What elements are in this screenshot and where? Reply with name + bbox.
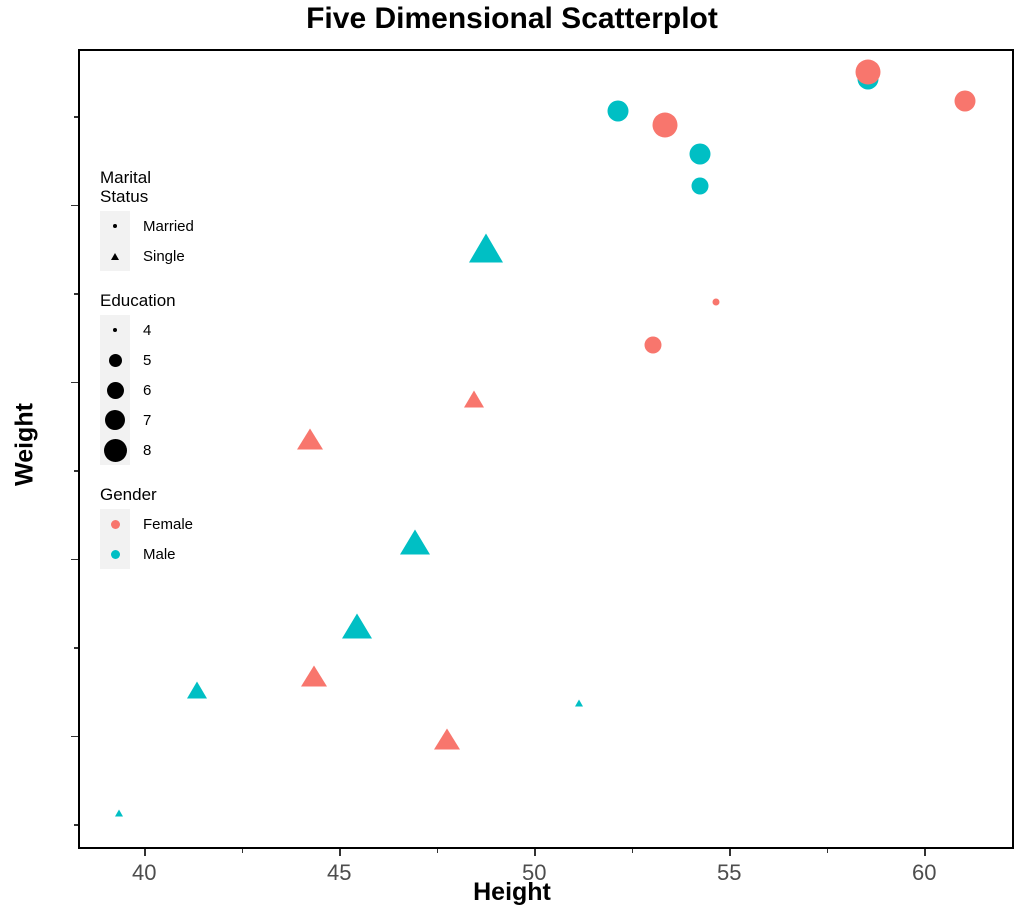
data-point: [463, 390, 484, 408]
data-point: [712, 298, 720, 306]
triangle-marker-icon: [100, 241, 130, 272]
x-axis-tick: [729, 849, 731, 856]
legend-key-glyph: [105, 410, 125, 431]
y-axis-minor-tick: [74, 293, 78, 295]
legend-key-glyph: [113, 224, 117, 229]
circle-marker-icon: [100, 539, 130, 570]
legend-item-label: Single: [143, 247, 185, 265]
data-point: [652, 112, 678, 138]
circle-marker-icon: [100, 435, 130, 466]
legend-title: Education: [100, 291, 176, 311]
x-axis-minor-tick: [631, 849, 634, 853]
data-point: [301, 665, 327, 687]
legend-item[interactable]: Married: [100, 211, 280, 242]
y-axis-tick: [71, 204, 78, 207]
legend-item[interactable]: 7: [100, 405, 280, 436]
legend-item-label: 5: [143, 351, 152, 369]
legend-item[interactable]: Male: [100, 539, 280, 570]
data-point: [855, 59, 881, 85]
y-axis-minor-tick: [74, 116, 78, 118]
y-axis-tick: [71, 558, 78, 561]
x-axis-tick: [534, 849, 536, 856]
y-axis-minor-tick: [74, 470, 78, 472]
legend-key-glyph: [110, 519, 120, 529]
legend-item-label: 7: [143, 411, 152, 429]
data-point: [954, 90, 976, 112]
x-axis-tick: [144, 849, 146, 856]
legend-item-label: Male: [143, 545, 176, 563]
data-point: [400, 529, 431, 555]
data-point: [341, 613, 372, 639]
data-point: [187, 681, 207, 699]
data-point: [468, 233, 503, 263]
data-point: [575, 699, 584, 707]
data-point: [115, 809, 123, 817]
legend-item[interactable]: 8: [100, 435, 280, 466]
y-axis-tick: [71, 735, 78, 738]
x-axis-tick: [924, 849, 926, 856]
y-axis-minor-tick: [74, 824, 78, 826]
legend-item-label: Female: [143, 515, 194, 533]
legend-container: Marital Status Married Single Education 4 5 6 7…: [100, 168, 280, 589]
y-axis-label: Weight: [10, 403, 39, 486]
scatterplot-figure: Five Dimensional Scatterplot 40455055604…: [0, 0, 1024, 916]
circle-marker-icon: [100, 315, 130, 346]
legend-gender: Gender Female Male: [100, 485, 280, 570]
circle-marker-icon: [100, 345, 130, 376]
data-point: [644, 336, 662, 354]
legend-marital-status: Marital Status Married Single: [100, 168, 280, 272]
legend-item[interactable]: 5: [100, 345, 280, 376]
legend-key-glyph: [103, 438, 127, 462]
circle-marker-icon: [100, 405, 130, 436]
circle-marker-icon: [100, 509, 130, 540]
legend-key-glyph: [111, 252, 119, 260]
legend-education: Education 4 5 6 7 8: [100, 291, 280, 466]
legend-item[interactable]: Single: [100, 241, 280, 272]
data-point: [607, 100, 629, 122]
legend-title: Gender: [100, 485, 157, 505]
legend-item-label: Married: [143, 217, 194, 235]
legend-key-glyph: [106, 381, 124, 399]
data-point: [297, 428, 324, 450]
y-axis-tick: [71, 381, 78, 384]
legend-item[interactable]: 6: [100, 375, 280, 406]
data-point: [433, 728, 460, 750]
legend-key-glyph: [113, 328, 117, 333]
legend-key-glyph: [110, 549, 120, 559]
data-point: [689, 143, 711, 165]
x-axis-label: Height: [473, 878, 551, 906]
legend-item[interactable]: 4: [100, 315, 280, 346]
legend-item-label: 4: [143, 321, 152, 339]
x-axis-minor-tick: [241, 849, 244, 853]
legend-item[interactable]: Female: [100, 509, 280, 540]
page-title: Five Dimensional Scatterplot: [306, 2, 718, 35]
circle-marker-icon: [100, 375, 130, 406]
x-axis-minor-tick: [436, 849, 439, 853]
legend-title: Marital Status: [100, 168, 152, 207]
legend-item-label: 8: [143, 441, 152, 459]
x-axis-tick: [339, 849, 341, 856]
legend-item-label: 6: [143, 381, 152, 399]
x-axis-minor-tick: [826, 849, 829, 853]
circle-marker-icon: [100, 211, 130, 242]
legend-key-glyph: [108, 353, 122, 367]
y-axis-minor-tick: [74, 647, 78, 649]
data-point: [691, 177, 709, 194]
